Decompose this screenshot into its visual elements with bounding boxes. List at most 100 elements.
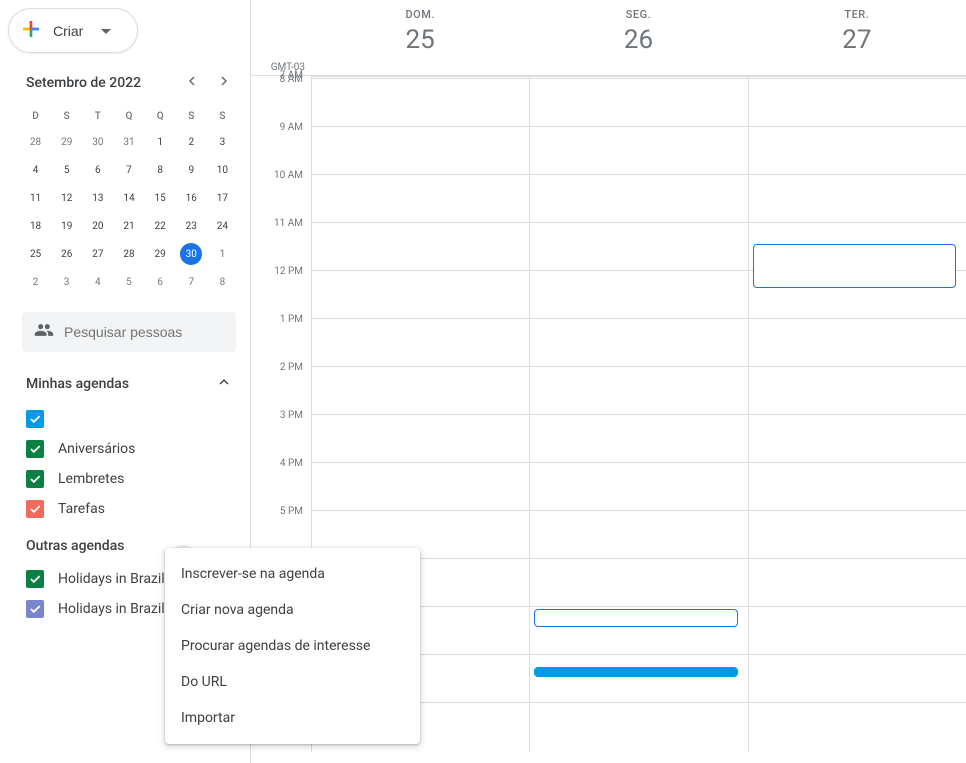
hour-cell[interactable] xyxy=(530,702,747,750)
mini-cal-day[interactable]: 30 xyxy=(92,131,103,154)
hour-cell[interactable] xyxy=(530,558,747,606)
mini-cal-day[interactable]: 25 xyxy=(30,243,41,266)
hour-cell[interactable] xyxy=(312,414,529,462)
hour-cell[interactable] xyxy=(749,510,966,558)
mini-cal-day[interactable]: 27 xyxy=(92,243,103,266)
hour-cell[interactable] xyxy=(749,318,966,366)
mini-cal-day[interactable]: 7 xyxy=(126,159,132,182)
mini-cal-day[interactable]: 13 xyxy=(92,187,103,210)
mini-cal-day[interactable]: 8 xyxy=(220,271,226,294)
hour-cell[interactable] xyxy=(312,78,529,126)
hour-cell[interactable] xyxy=(530,462,747,510)
calendar-checkbox[interactable] xyxy=(26,410,44,428)
mini-cal-day[interactable]: 9 xyxy=(188,159,194,182)
mini-cal-day[interactable]: 22 xyxy=(155,215,166,238)
hour-cell[interactable] xyxy=(749,558,966,606)
mini-cal-day[interactable]: 5 xyxy=(126,271,132,294)
hour-cell[interactable] xyxy=(312,174,529,222)
mini-cal-day[interactable]: 26 xyxy=(61,243,72,266)
mini-cal-day[interactable]: 20 xyxy=(92,215,103,238)
hour-cell[interactable] xyxy=(530,126,747,174)
hour-cell[interactable] xyxy=(530,270,747,318)
search-people-input[interactable] xyxy=(64,324,224,340)
mini-cal-day[interactable]: 4 xyxy=(95,271,101,294)
hour-cell[interactable] xyxy=(312,222,529,270)
mini-cal-day[interactable]: 12 xyxy=(61,187,72,210)
mini-cal-day[interactable]: 8 xyxy=(157,159,163,182)
hour-cell[interactable] xyxy=(530,510,747,558)
hour-cell[interactable] xyxy=(749,126,966,174)
menu-item-subscribe[interactable]: Inscrever-se na agenda xyxy=(165,556,420,592)
mini-cal-day[interactable]: 31 xyxy=(123,131,134,154)
mini-cal-day[interactable]: 30 xyxy=(180,243,202,265)
event-outline[interactable] xyxy=(534,609,737,627)
hour-cell[interactable] xyxy=(312,462,529,510)
hour-cell[interactable] xyxy=(749,702,966,750)
mini-cal-day[interactable]: 18 xyxy=(30,215,41,238)
mini-cal-day[interactable]: 6 xyxy=(95,159,101,182)
mini-cal-day[interactable]: 28 xyxy=(30,131,41,154)
hour-cell[interactable] xyxy=(749,174,966,222)
calendar-checkbox[interactable] xyxy=(26,500,44,518)
hour-cell[interactable] xyxy=(749,462,966,510)
mini-cal-day[interactable]: 6 xyxy=(157,271,163,294)
search-people[interactable] xyxy=(22,312,236,352)
hour-cell[interactable] xyxy=(312,366,529,414)
mini-cal-day[interactable]: 29 xyxy=(61,131,72,154)
event[interactable] xyxy=(534,667,737,677)
mini-cal-day[interactable]: 28 xyxy=(123,243,134,266)
menu-item-create-new[interactable]: Criar nova agenda xyxy=(165,592,420,628)
mini-cal-day[interactable]: 24 xyxy=(217,215,228,238)
calendar-checkbox[interactable] xyxy=(26,600,44,618)
day-column[interactable] xyxy=(529,76,747,752)
mini-cal-day[interactable]: 3 xyxy=(220,131,226,154)
mini-cal-day[interactable]: 19 xyxy=(61,215,72,238)
mini-cal-day[interactable]: 11 xyxy=(30,187,41,210)
menu-item-from-url[interactable]: Do URL xyxy=(165,664,420,700)
calendar-checkbox[interactable] xyxy=(26,570,44,588)
my-calendars-header[interactable]: Minhas agendas xyxy=(8,370,250,404)
hour-cell[interactable] xyxy=(749,78,966,126)
mini-cal-day[interactable]: 17 xyxy=(217,187,228,210)
hour-cell[interactable] xyxy=(749,366,966,414)
calendar-checkbox[interactable] xyxy=(26,470,44,488)
day-column[interactable] xyxy=(748,76,966,752)
mini-cal-day[interactable]: 23 xyxy=(186,215,197,238)
day-header[interactable]: TER. 27 xyxy=(748,0,966,75)
hour-cell[interactable] xyxy=(530,222,747,270)
mini-cal-day[interactable]: 3 xyxy=(64,271,70,294)
hour-cell[interactable] xyxy=(530,414,747,462)
mini-cal-day[interactable]: 14 xyxy=(123,187,134,210)
hour-cell[interactable] xyxy=(530,78,747,126)
mini-cal-day[interactable]: 1 xyxy=(220,243,226,266)
menu-item-browse[interactable]: Procurar agendas de interesse xyxy=(165,628,420,664)
hour-cell[interactable] xyxy=(749,654,966,702)
menu-item-import[interactable]: Importar xyxy=(165,700,420,736)
hour-cell[interactable] xyxy=(530,174,747,222)
hour-cell[interactable] xyxy=(530,654,747,702)
mini-cal-day[interactable]: 5 xyxy=(64,159,70,182)
hour-cell[interactable] xyxy=(312,126,529,174)
day-header[interactable]: DOM. 25 xyxy=(311,0,529,75)
mini-cal-day[interactable]: 21 xyxy=(123,215,134,238)
mini-cal-day[interactable]: 16 xyxy=(186,187,197,210)
mini-cal-day[interactable]: 2 xyxy=(188,131,194,154)
hour-cell[interactable] xyxy=(312,270,529,318)
day-header[interactable]: SEG. 26 xyxy=(529,0,747,75)
event-outline[interactable] xyxy=(753,244,956,288)
mini-cal-day[interactable]: 4 xyxy=(33,159,39,182)
hour-cell[interactable] xyxy=(749,606,966,654)
hour-cell[interactable] xyxy=(312,318,529,366)
mini-cal-day[interactable]: 1 xyxy=(157,131,163,154)
mini-cal-day[interactable]: 2 xyxy=(33,271,39,294)
prev-month-button[interactable] xyxy=(184,73,200,93)
calendar-checkbox[interactable] xyxy=(26,440,44,458)
next-month-button[interactable] xyxy=(216,73,232,93)
mini-cal-day[interactable]: 7 xyxy=(188,271,194,294)
create-button[interactable]: Criar xyxy=(8,8,138,53)
hour-cell[interactable] xyxy=(749,414,966,462)
mini-cal-day[interactable]: 29 xyxy=(155,243,166,266)
mini-cal-day[interactable]: 10 xyxy=(217,159,228,182)
mini-cal-day[interactable]: 15 xyxy=(155,187,166,210)
hour-cell[interactable] xyxy=(530,366,747,414)
